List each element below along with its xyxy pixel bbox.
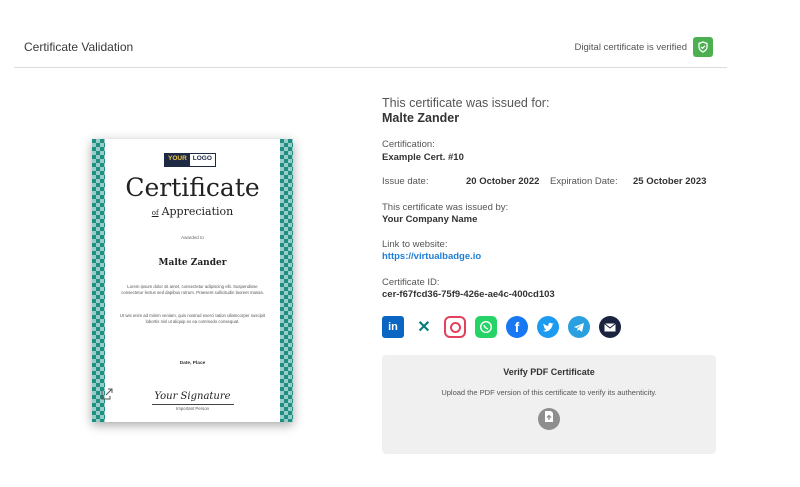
facebook-icon[interactable]: f [506, 316, 528, 338]
upload-file-icon [543, 410, 555, 428]
logo-part-2: LOGO [189, 154, 215, 166]
verify-pdf-title: Verify PDF Certificate [503, 367, 595, 377]
instagram-icon[interactable] [444, 316, 466, 338]
certification-value: Example Cert. #10 [382, 152, 464, 163]
verified-text: Digital certificate is verified [574, 41, 687, 53]
twitter-icon[interactable] [537, 316, 559, 338]
dates-row: Issue date: 20 October 2022 Expiration D… [382, 176, 727, 190]
verified-status: Digital certificate is verified [575, 37, 713, 57]
page-header: Certificate Validation Digital certifica… [14, 30, 727, 68]
signature-line [152, 404, 234, 405]
certificate-id-label: Certificate ID: [382, 277, 440, 288]
certificate-recipient-name: Malte Zander [158, 258, 227, 268]
certificate-signature: Your Signature [154, 391, 231, 402]
certificate-body-text-2: Ut wis enim ad minim veniam, quis nostru… [119, 313, 266, 324]
certificate-title: Certificate [125, 173, 260, 202]
logo-part-1: YOUR [165, 154, 190, 166]
expiration-date-value: 25 October 2023 [633, 176, 707, 187]
email-icon[interactable] [599, 316, 621, 338]
certificate-subtitle-text: Appreciation [161, 205, 234, 218]
upload-pdf-button[interactable] [538, 408, 560, 430]
verify-pdf-panel: Verify PDF Certificate Upload the PDF ve… [382, 355, 716, 454]
website-label: Link to website: [382, 239, 448, 250]
page-title: Certificate Validation [24, 40, 134, 54]
issued-for-label: This certificate was issued for: [382, 96, 550, 110]
verify-pdf-description: Upload the PDF version of this certifica… [441, 388, 657, 397]
website-link[interactable]: https://virtualbadge.io [382, 251, 481, 262]
recipient-name: Malte Zander [382, 111, 460, 125]
open-external-icon[interactable] [101, 387, 113, 400]
certificate-subtitle-of: of [151, 209, 159, 217]
share-icons: in ✕ f [382, 316, 621, 338]
issued-by-label: This certificate was issued by: [382, 202, 509, 213]
issue-date-value: 20 October 2022 [466, 176, 540, 187]
certificate-awarded-to: Awarded to [181, 235, 204, 240]
certificate-signer: Important Person [176, 406, 209, 411]
certificate-date-place: Date, Place [179, 361, 206, 366]
telegram-icon[interactable] [568, 316, 590, 338]
issuer-name: Your Company Name [382, 214, 478, 225]
expiration-date-label: Expiration Date: [550, 176, 618, 187]
certificate-logo: YOUR LOGO [164, 153, 216, 167]
issue-date-label: Issue date: [382, 176, 429, 187]
linkedin-icon[interactable]: in [382, 316, 404, 338]
certificate-id-value: cer-f67fcd36-75f9-426e-ae4c-400cd103 [382, 289, 555, 300]
certification-label: Certification: [382, 139, 435, 150]
xing-icon[interactable]: ✕ [413, 316, 435, 338]
certificate-preview[interactable]: YOUR LOGO Certificate of Appreciation Awa… [92, 139, 293, 422]
certificate-subtitle: of Appreciation [92, 205, 293, 218]
shield-check-icon [693, 37, 713, 57]
whatsapp-icon[interactable] [475, 316, 497, 338]
certificate-body-text-1: Lorem ipsum dolor sit amet, consectetur … [121, 284, 264, 295]
